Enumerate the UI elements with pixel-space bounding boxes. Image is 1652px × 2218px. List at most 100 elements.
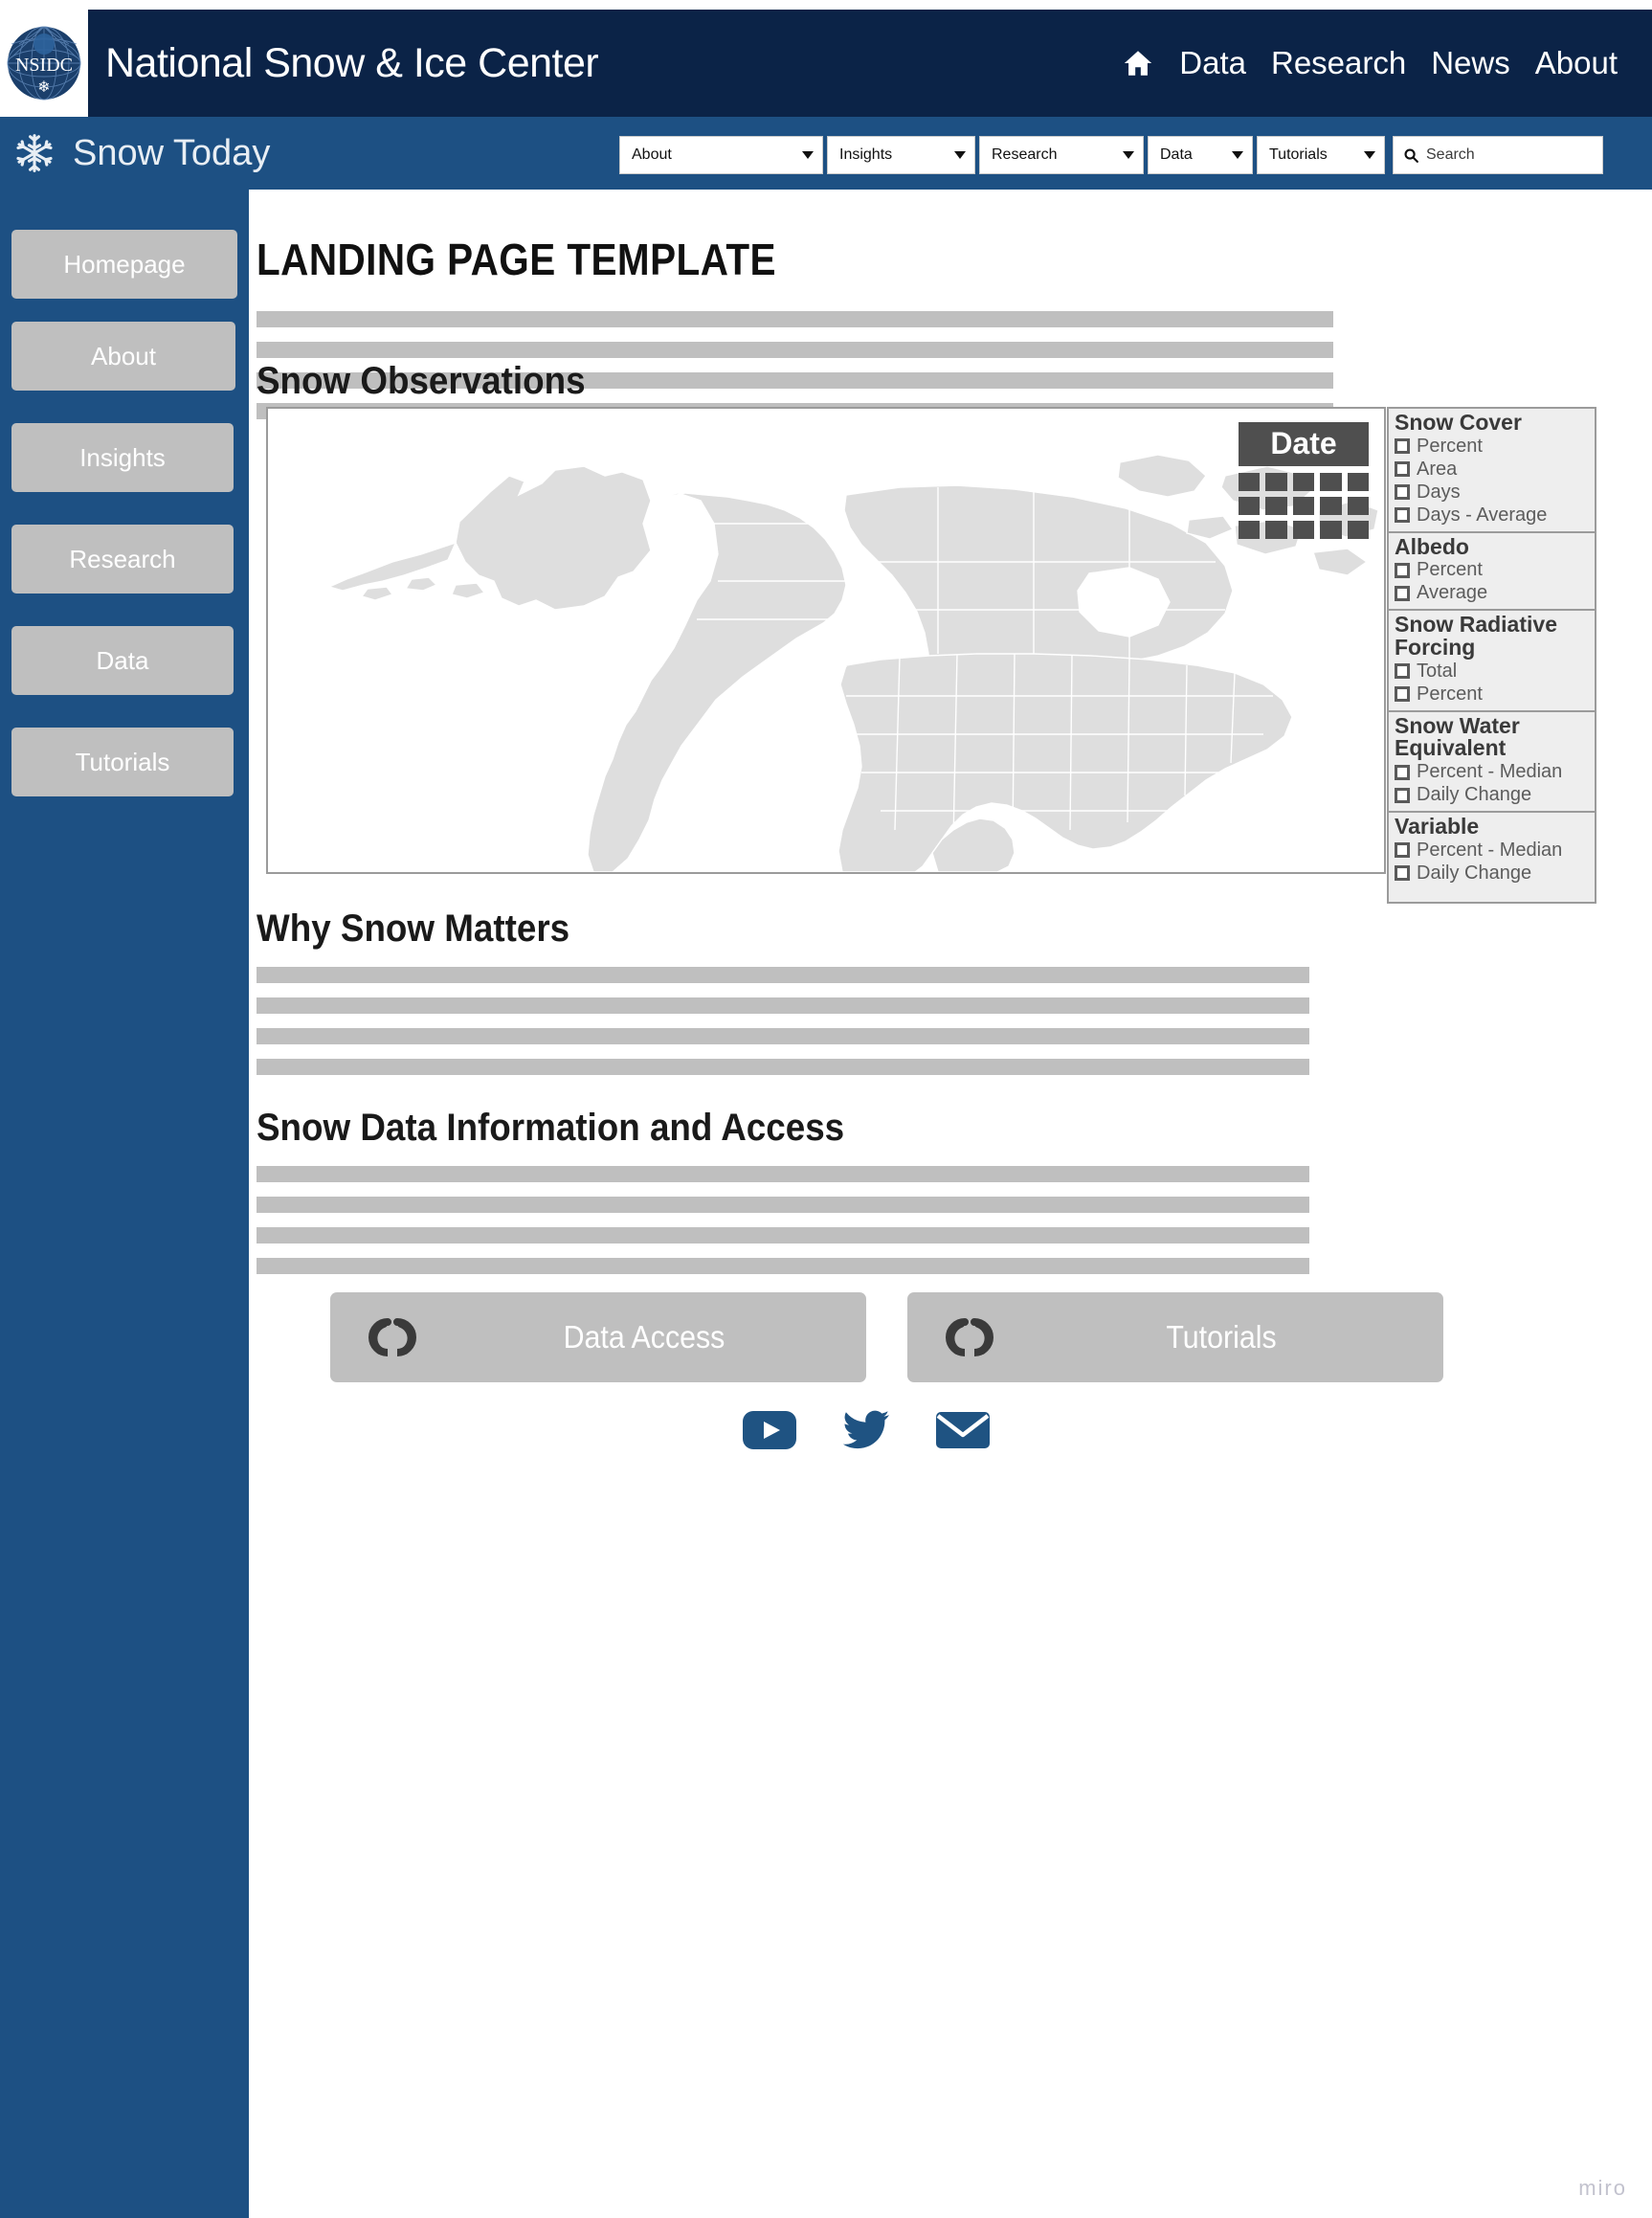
checkbox-row[interactable]: Area xyxy=(1395,459,1589,481)
menu-about-label: About xyxy=(632,146,672,163)
checkbox-row[interactable]: Total xyxy=(1395,661,1589,683)
sidebar-item-label: Data xyxy=(96,645,149,675)
checkbox-group-snow-radiative-forcing: Snow Radiative Forcing Total Percent xyxy=(1387,609,1596,712)
checkbox-srf-percent[interactable] xyxy=(1395,686,1410,703)
top-navigation: Data Research News About xyxy=(1122,10,1618,117)
menu-data[interactable]: Data xyxy=(1148,136,1253,174)
checkbox-row[interactable]: Days - Average xyxy=(1395,504,1589,526)
placeholder-text-bar xyxy=(257,1166,1309,1182)
checkbox-albedo-percent[interactable] xyxy=(1395,562,1410,578)
calendar-cell xyxy=(1347,521,1369,539)
sidebar: Homepage About Insights Research Data Tu… xyxy=(0,190,249,2218)
twitter-icon[interactable] xyxy=(842,1410,890,1450)
checkbox-row[interactable]: Daily Change xyxy=(1395,784,1589,806)
checkbox-snow-cover-percent[interactable] xyxy=(1395,438,1410,455)
placeholder-text-bar xyxy=(257,1258,1309,1274)
date-picker-widget[interactable]: Date xyxy=(1239,422,1369,539)
home-icon[interactable] xyxy=(1122,47,1154,79)
checkbox-label: Percent xyxy=(1417,683,1483,705)
email-icon[interactable] xyxy=(936,1411,990,1449)
site-title: National Snow & Ice Center xyxy=(105,39,599,86)
checkbox-row[interactable]: Percent xyxy=(1395,683,1589,706)
checkbox-row[interactable]: Percent - Median xyxy=(1395,840,1589,862)
checkbox-swe-daily-change[interactable] xyxy=(1395,787,1410,803)
snow-today-title: Snow Today xyxy=(73,132,271,173)
placeholder-text-bar xyxy=(257,1227,1309,1243)
checkbox-albedo-average[interactable] xyxy=(1395,585,1410,601)
menu-tutorials-label: Tutorials xyxy=(1269,146,1328,163)
tutorials-button[interactable]: Tutorials xyxy=(907,1292,1443,1382)
menu-research[interactable]: Research xyxy=(979,136,1144,174)
date-widget-title: Date xyxy=(1239,422,1369,466)
sidebar-item-research[interactable]: Research xyxy=(11,525,234,594)
topnav-link-about[interactable]: About xyxy=(1535,45,1618,81)
link-chain-icon xyxy=(368,1318,416,1356)
checkbox-label: Percent - Median xyxy=(1417,839,1563,861)
checkbox-row[interactable]: Average xyxy=(1395,582,1589,604)
youtube-icon[interactable] xyxy=(743,1411,796,1449)
svg-text:NSIDC: NSIDC xyxy=(15,55,73,76)
map-panel[interactable]: Date xyxy=(266,407,1386,874)
calendar-cell xyxy=(1239,473,1261,491)
chevron-down-icon xyxy=(802,151,814,159)
calendar-cell xyxy=(1239,497,1261,515)
calendar-cell xyxy=(1265,473,1287,491)
checkbox-row[interactable]: Percent xyxy=(1395,559,1589,581)
group-title: Snow Cover xyxy=(1395,410,1522,435)
checkbox-row[interactable]: Days xyxy=(1395,482,1589,504)
checkbox-snow-cover-days[interactable] xyxy=(1395,484,1410,501)
section-heading-why-snow-matters: Why Snow Matters xyxy=(257,907,570,950)
checkbox-snow-cover-days-average[interactable] xyxy=(1395,507,1410,524)
sidebar-item-homepage[interactable]: Homepage xyxy=(11,230,237,299)
nsidc-globe-icon: NSIDC ❄ xyxy=(7,26,81,101)
checkbox-variable-daily-change[interactable] xyxy=(1395,865,1410,882)
main-content: LANDING PAGE TEMPLATE Snow Observations xyxy=(249,190,1652,2218)
placeholder-text-bar xyxy=(257,1028,1309,1044)
landing-page-wireframe: NSIDC ❄ National Snow & Ice Center Data … xyxy=(0,0,1652,2218)
menu-insights[interactable]: Insights xyxy=(827,136,975,174)
calendar-cell xyxy=(1265,497,1287,515)
sidebar-item-about[interactable]: About xyxy=(11,322,235,391)
calendar-cell xyxy=(1320,473,1342,491)
checkbox-snow-cover-area[interactable] xyxy=(1395,461,1410,478)
search-placeholder: Search xyxy=(1426,146,1475,163)
checkbox-row[interactable]: Percent xyxy=(1395,436,1589,458)
section-heading-snow-observations: Snow Observations xyxy=(257,360,586,402)
data-access-button[interactable]: Data Access xyxy=(330,1292,866,1382)
placeholder-text-bar xyxy=(257,342,1333,358)
placeholder-text-bar xyxy=(257,967,1309,983)
calendar-cell xyxy=(1320,497,1342,515)
checkbox-label: Daily Change xyxy=(1417,862,1532,884)
menu-research-label: Research xyxy=(992,146,1058,163)
checkbox-row[interactable]: Daily Change xyxy=(1395,863,1589,885)
placeholder-text-bar xyxy=(257,997,1309,1014)
checkbox-label: Percent xyxy=(1417,435,1483,457)
snowflake-icon xyxy=(16,134,53,172)
sidebar-item-insights[interactable]: Insights xyxy=(11,423,234,492)
calendar-cell xyxy=(1239,521,1261,539)
sidebar-item-tutorials[interactable]: Tutorials xyxy=(11,728,234,796)
calendar-cell xyxy=(1292,473,1315,491)
checkbox-swe-percent-median[interactable] xyxy=(1395,764,1410,780)
topnav-link-research[interactable]: Research xyxy=(1271,45,1406,81)
calendar-cell xyxy=(1292,521,1315,539)
menu-tutorials[interactable]: Tutorials xyxy=(1257,136,1385,174)
calendar-cell xyxy=(1347,473,1369,491)
calendar-cell xyxy=(1265,521,1287,539)
nsidc-logo[interactable]: NSIDC ❄ xyxy=(0,10,88,117)
tutorials-label: Tutorials xyxy=(1166,1319,1277,1355)
checkbox-row[interactable]: Percent - Median xyxy=(1395,761,1589,783)
checkbox-label: Area xyxy=(1417,458,1458,480)
calendar-cell xyxy=(1320,521,1342,539)
search-input[interactable]: Search xyxy=(1393,136,1603,174)
sidebar-item-label: About xyxy=(91,341,156,370)
checkbox-srf-total[interactable] xyxy=(1395,663,1410,680)
sidebar-item-data[interactable]: Data xyxy=(11,626,234,695)
chevron-down-icon xyxy=(1232,151,1243,159)
chevron-down-icon xyxy=(1123,151,1134,159)
sidebar-item-label: Homepage xyxy=(63,249,186,279)
topnav-link-data[interactable]: Data xyxy=(1179,45,1246,81)
menu-about[interactable]: About xyxy=(619,136,823,174)
topnav-link-news[interactable]: News xyxy=(1431,45,1510,81)
checkbox-variable-percent-median[interactable] xyxy=(1395,842,1410,859)
